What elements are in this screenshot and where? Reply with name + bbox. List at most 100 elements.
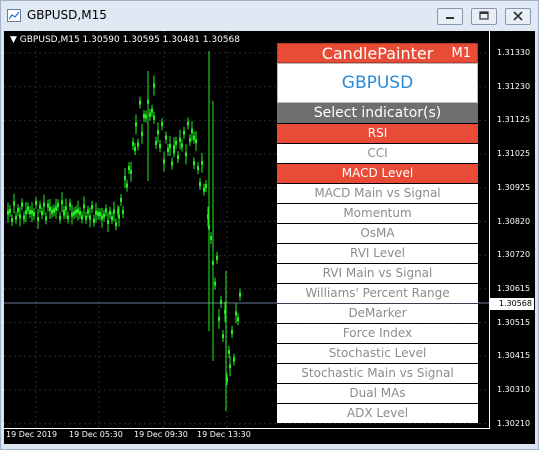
candle-body — [201, 160, 203, 165]
indicator-list: RSI CCI MACD Level MACD Main vs Signal Momen… — [277, 124, 478, 423]
candle-body — [81, 215, 83, 220]
candle-body — [199, 182, 201, 187]
candle-body — [23, 215, 25, 220]
candle-body — [149, 112, 151, 117]
candle-body — [143, 113, 145, 118]
candle-body — [75, 209, 77, 214]
candle-body — [220, 299, 222, 304]
indicator-button[interactable]: MACD Main vs Signal — [277, 184, 478, 203]
candle-body — [141, 131, 143, 136]
candle-body — [118, 214, 120, 219]
indicator-button[interactable]: Williams' Percent Range — [277, 284, 478, 303]
price-tick-label: 1.30310 — [497, 385, 531, 394]
candle-body — [53, 208, 55, 213]
candle-body — [210, 236, 212, 241]
candle-body — [126, 183, 128, 188]
candle-body — [163, 159, 165, 164]
close-icon — [513, 11, 523, 21]
candle-body — [97, 211, 99, 216]
price-tick-label: 1.31025 — [497, 149, 531, 159]
candle-body — [89, 215, 91, 220]
candle-body — [11, 218, 13, 223]
candle-body — [153, 115, 155, 120]
candle-body — [17, 208, 19, 213]
candle-body — [177, 155, 179, 160]
candle-body — [189, 138, 191, 143]
candle-body — [233, 357, 235, 362]
candle-body — [103, 213, 105, 218]
candle-body — [124, 175, 126, 180]
symbol-field[interactable]: GBPUSD — [277, 63, 478, 103]
indicator-button[interactable]: MACD Level — [277, 164, 478, 183]
candle-body — [95, 210, 97, 215]
candle-body — [181, 143, 183, 148]
candle-body — [185, 152, 187, 157]
candle-body — [218, 316, 220, 321]
candle-body — [91, 205, 93, 210]
candle-body — [93, 218, 95, 223]
candle-body — [73, 211, 75, 216]
candle-body — [179, 137, 181, 142]
panel-timeframe[interactable]: M1 — [452, 44, 472, 63]
indicator-button[interactable]: CCI — [277, 144, 478, 163]
indicator-button[interactable]: Force Index — [277, 324, 478, 343]
candle-body — [43, 202, 45, 207]
price-tick-label: 1.30415 — [497, 351, 531, 361]
maximize-icon — [479, 11, 489, 20]
candle-body — [9, 208, 11, 213]
candle-body — [130, 169, 132, 174]
candle-body — [173, 145, 175, 150]
indicator-button[interactable]: OsMA — [277, 224, 478, 243]
candle-body — [203, 187, 205, 192]
candle-body — [69, 202, 71, 207]
candle-body — [111, 216, 113, 221]
panel-title: CandlePainter — [321, 44, 434, 63]
minimize-icon — [446, 17, 454, 19]
candle-body — [228, 349, 230, 354]
indicator-button[interactable]: Stochastic Main vs Signal — [277, 364, 478, 383]
panel-header[interactable]: CandlePainter M1 — [277, 43, 478, 63]
indicator-button[interactable]: Momentum — [277, 204, 478, 223]
candle-body — [37, 217, 39, 222]
time-tick-label: 19 Dec 2019 — [6, 430, 58, 439]
candle-body — [135, 122, 137, 127]
price-tick-label: 1.30515 — [497, 317, 531, 327]
indicator-button[interactable]: RVI Level — [277, 244, 478, 263]
minimize-button[interactable] — [437, 8, 463, 25]
time-tick-label: 19 Dec 09:30 — [134, 430, 188, 439]
price-tick-label: 1.30720 — [497, 250, 531, 260]
chart-window-icon — [7, 9, 21, 22]
candle-body — [235, 311, 237, 316]
candle-body — [222, 334, 224, 339]
close-button[interactable] — [505, 8, 531, 25]
price-chart[interactable]: ▼ GBPUSD,M15 1.30590 1.30595 1.30481 1.3… — [4, 31, 535, 444]
indicator-button[interactable]: RSI — [277, 124, 478, 143]
title-bar[interactable]: GBPUSD,M15 — [1, 1, 538, 31]
candle-body — [157, 130, 159, 135]
candle-body — [15, 215, 17, 220]
candle-body — [51, 209, 53, 214]
candle-body — [169, 144, 171, 149]
candle-body — [231, 329, 233, 334]
candle-body — [214, 281, 216, 286]
candle-body — [167, 147, 169, 152]
candle-body — [122, 210, 124, 215]
price-axis-line — [489, 31, 490, 428]
indicator-button[interactable]: DeMarker — [277, 304, 478, 323]
indicator-button[interactable]: Stochastic Level — [277, 344, 478, 363]
candle-body — [113, 209, 115, 214]
indicator-button[interactable]: ADX Level — [277, 404, 478, 423]
candle-body — [29, 210, 31, 215]
candle-body — [183, 130, 185, 135]
candle-body — [19, 214, 21, 219]
candle-body — [59, 215, 61, 220]
indicator-button[interactable]: RVI Main vs Signal — [277, 264, 478, 283]
candle-body — [165, 135, 167, 140]
time-axis-line — [4, 428, 490, 429]
candle-body — [195, 139, 197, 144]
candle-body — [120, 198, 122, 203]
maximize-button[interactable] — [471, 8, 497, 25]
indicator-button[interactable]: Dual MAs — [277, 384, 478, 403]
candle-body — [107, 220, 109, 225]
candle-body — [128, 166, 130, 171]
